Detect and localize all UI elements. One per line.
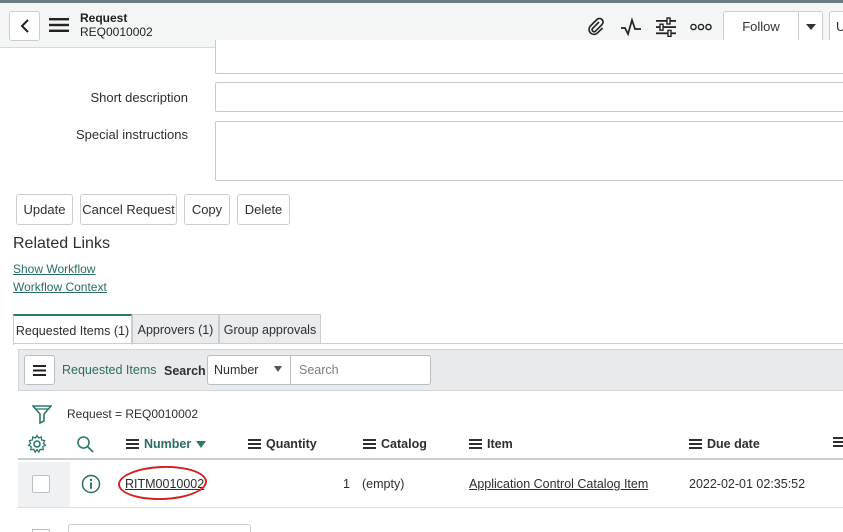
column-number-label: Number bbox=[144, 437, 192, 451]
workflow-context-link[interactable]: Workflow Context bbox=[13, 280, 107, 294]
column-menu-icon bbox=[469, 439, 482, 449]
info-icon[interactable] bbox=[81, 474, 101, 494]
field-above[interactable] bbox=[215, 40, 843, 74]
column-due-date-label: Due date bbox=[707, 437, 760, 451]
paperclip-icon bbox=[588, 17, 604, 36]
column-menu-icon bbox=[248, 439, 261, 449]
column-quantity[interactable]: Quantity bbox=[248, 437, 317, 451]
follow-dropdown-button[interactable] bbox=[798, 11, 823, 42]
back-button[interactable] bbox=[9, 11, 40, 41]
tab-approvers[interactable]: Approvers (1) bbox=[132, 314, 219, 344]
search-icon[interactable] bbox=[76, 435, 94, 453]
column-menu-icon bbox=[689, 439, 702, 449]
follow-button[interactable]: Follow bbox=[723, 11, 798, 42]
tab-requested-items[interactable]: Requested Items (1) bbox=[13, 314, 132, 345]
column-menu-icon bbox=[126, 439, 139, 449]
show-workflow-link[interactable]: Show Workflow bbox=[13, 262, 95, 276]
list-title: Requested Items bbox=[62, 363, 157, 377]
row-quantity: 1 bbox=[343, 477, 350, 491]
column-catalog[interactable]: Catalog bbox=[363, 437, 427, 451]
column-more[interactable] bbox=[833, 437, 843, 447]
special-instructions-label: Special instructions bbox=[76, 127, 188, 142]
filter-breadcrumb[interactable]: Request = REQ0010002 bbox=[67, 407, 198, 421]
column-quantity-label: Quantity bbox=[266, 437, 317, 451]
filter-icon[interactable] bbox=[32, 404, 52, 424]
tab-divider bbox=[13, 343, 843, 344]
update-button[interactable]: Update bbox=[16, 194, 73, 225]
tab-group-approvals[interactable]: Group approvals bbox=[219, 314, 321, 344]
record-title: Request bbox=[80, 11, 128, 25]
update-header-button[interactable]: U bbox=[829, 11, 843, 42]
sliders-icon bbox=[656, 17, 676, 37]
column-number[interactable]: Number bbox=[126, 437, 207, 451]
column-due-date[interactable]: Due date bbox=[689, 437, 760, 451]
search-label: Search bbox=[164, 364, 206, 378]
hamburger-icon bbox=[49, 18, 69, 32]
column-menu-icon bbox=[363, 439, 376, 449]
caret-down-icon bbox=[805, 23, 816, 30]
attachment-button[interactable] bbox=[585, 16, 607, 38]
column-item[interactable]: Item bbox=[469, 437, 513, 451]
copy-button[interactable]: Copy bbox=[184, 194, 230, 225]
row-due-date: 2022-02-01 02:35:52 bbox=[689, 477, 806, 491]
search-input[interactable] bbox=[290, 355, 431, 385]
context-menu-button[interactable] bbox=[48, 15, 70, 35]
chevron-left-icon bbox=[20, 19, 29, 33]
list-menu-button[interactable] bbox=[24, 355, 55, 385]
related-links-title: Related Links bbox=[13, 235, 110, 252]
actions-on-selected-select[interactable] bbox=[68, 524, 251, 532]
short-description-input[interactable] bbox=[215, 82, 843, 112]
row-item-link[interactable]: Application Control Catalog Item bbox=[469, 477, 648, 491]
special-instructions-textarea[interactable] bbox=[215, 121, 843, 181]
more-dots-icon bbox=[690, 23, 712, 31]
column-menu-icon bbox=[833, 437, 843, 447]
delete-button[interactable]: Delete bbox=[237, 194, 290, 225]
personalize-button[interactable] bbox=[655, 16, 677, 38]
hamburger-icon bbox=[33, 364, 46, 376]
more-options-button[interactable] bbox=[690, 16, 712, 38]
pulse-icon bbox=[621, 17, 641, 37]
cancel-request-button[interactable]: Cancel Request bbox=[80, 194, 177, 225]
caret-down-icon bbox=[274, 366, 282, 372]
gear-icon[interactable] bbox=[27, 434, 47, 454]
short-description-label: Short description bbox=[90, 90, 188, 105]
sort-descending-icon bbox=[196, 440, 207, 448]
row-checkbox[interactable] bbox=[32, 475, 50, 493]
row-catalog: (empty) bbox=[362, 477, 405, 491]
column-item-label: Item bbox=[487, 437, 513, 451]
column-catalog-label: Catalog bbox=[381, 437, 427, 451]
activity-stream-button[interactable] bbox=[620, 16, 642, 38]
record-number: REQ0010002 bbox=[80, 25, 153, 39]
